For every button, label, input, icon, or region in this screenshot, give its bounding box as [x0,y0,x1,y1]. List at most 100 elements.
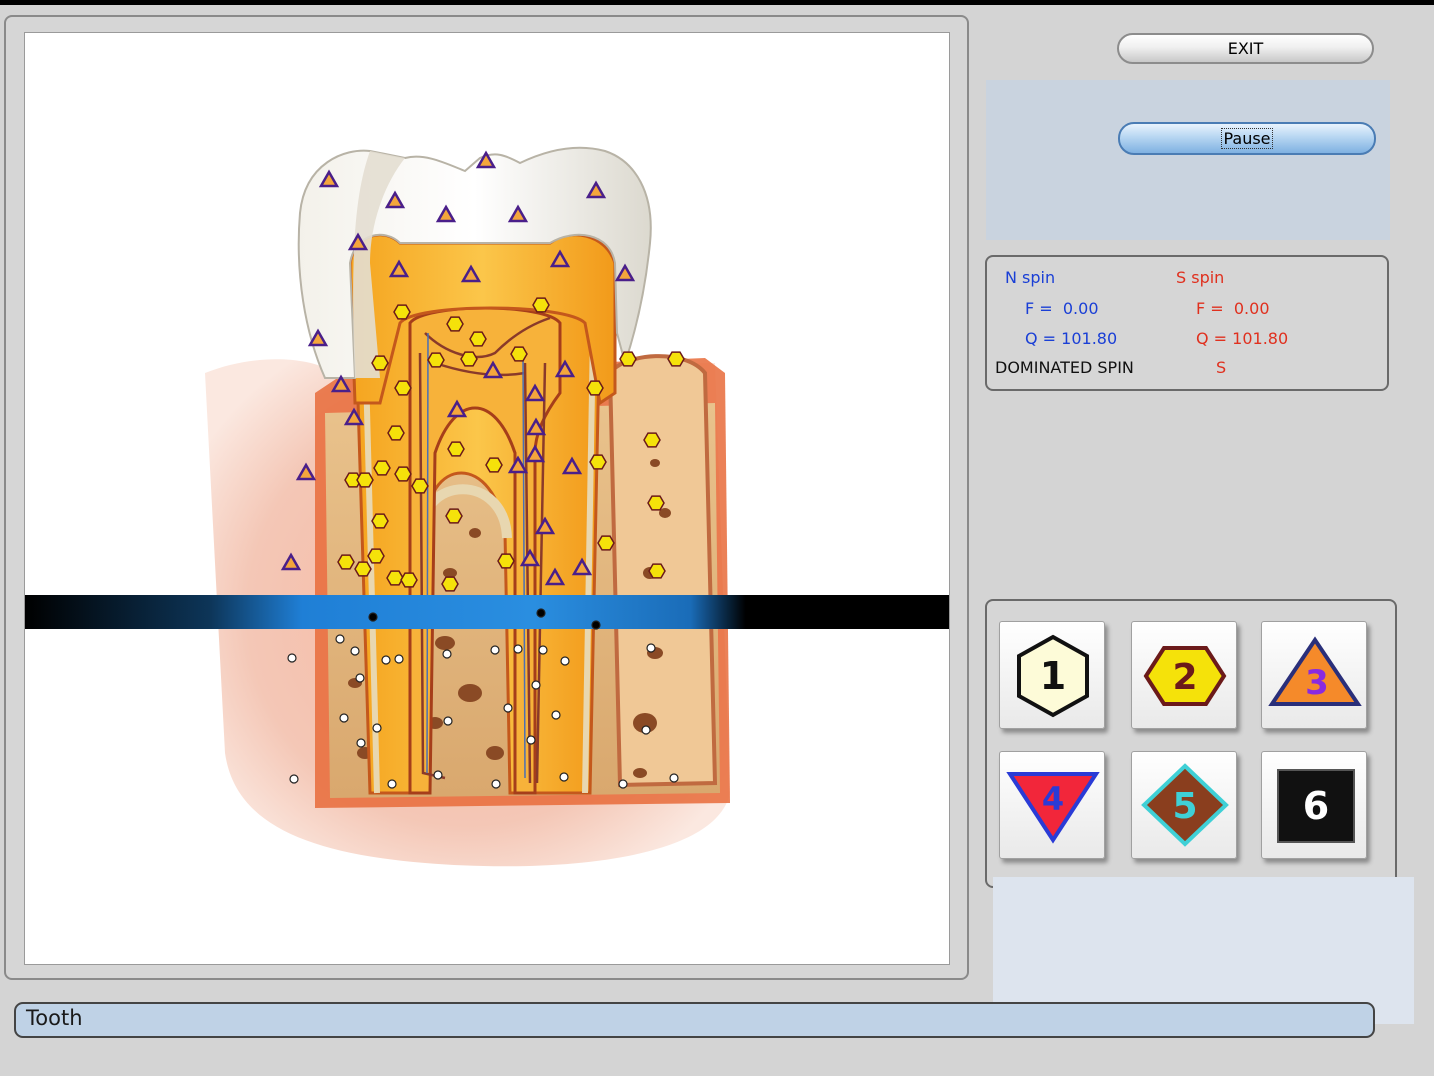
hexagon-marker [394,466,412,482]
dot-marker [381,655,391,665]
inverted-triangle-icon: 4 [1006,772,1100,844]
dot-marker [526,735,536,745]
hexagon-marker [371,513,389,529]
hexagon-marker [447,441,465,457]
hexagon-marker [510,346,528,362]
dot-marker [289,774,299,784]
hexagon-icon: 1 [1017,634,1089,718]
shape-5-label: 5 [1172,786,1197,827]
shape-button-6[interactable]: 6 [1261,751,1367,859]
hexagon-marker [386,570,404,586]
hexagon-marker [387,425,405,441]
shape-3-label: 3 [1305,663,1329,703]
shape-button-1[interactable]: 1 [999,621,1105,729]
s-spin-f: F = 0.00 [1196,299,1270,318]
hexagon-marker [356,472,374,488]
hexagon-marker [354,561,372,577]
dot-marker [669,773,679,783]
hexagon-marker [586,380,604,396]
dot-marker [287,653,297,663]
hexagon-marker [597,535,615,551]
status-bar: Tooth [14,1002,1375,1038]
hexagon-marker [373,460,391,476]
square-icon: 6 [1277,769,1355,843]
n-spin-title: N spin [1005,268,1056,287]
dominated-spin-label: DOMINATED SPIN [995,358,1134,377]
hexagon-marker [371,355,389,371]
dot-marker [641,725,651,735]
hexagon-marker [589,454,607,470]
scan-band [25,595,949,629]
hexagon-marker [411,478,429,494]
hexagon-marker [619,351,637,367]
dot-marker [591,620,601,630]
exit-button[interactable]: EXIT [1117,33,1374,64]
n-spin-q: Q = 101.80 [1025,329,1118,348]
pause-button[interactable]: Pause [1118,122,1376,155]
hexagon-marker [497,553,515,569]
dot-marker [339,713,349,723]
pause-button-label: Pause [1221,128,1273,149]
yellow-hexagon-icon: 2 [1143,646,1227,706]
s-spin-title: S spin [1176,268,1225,287]
shape-button-panel: 1 2 3 4 5 6 [985,599,1397,888]
hexagon-marker [648,563,666,579]
s-spin-q: Q = 101.80 [1196,329,1289,348]
pause-area [986,80,1390,240]
dot-marker [368,612,378,622]
dot-marker [350,646,360,656]
hexagon-marker [647,495,665,511]
status-text: Tooth [26,1006,83,1030]
hexagon-marker [445,508,463,524]
dot-marker [335,634,345,644]
shape-button-3[interactable]: 3 [1261,621,1367,729]
hexagon-marker [446,316,464,332]
hexagon-marker [667,351,685,367]
hexagon-marker [532,297,550,313]
dot-marker [491,779,501,789]
dot-marker [618,779,628,789]
hexagon-marker [427,352,445,368]
dot-marker [394,654,404,664]
hexagon-marker [469,331,487,347]
dot-marker [442,649,452,659]
dot-marker [551,710,561,720]
shape-2-label: 2 [1172,657,1197,698]
shape-button-4[interactable]: 4 [999,751,1105,859]
spin-panel: N spin S spin F = 0.00 F = 0.00 Q = 101.… [985,255,1389,391]
hexagon-marker [394,380,412,396]
dominated-spin-value: S [1216,358,1227,377]
hexagon-marker [367,548,385,564]
hexagon-marker [337,554,355,570]
diamond-icon: 5 [1141,763,1229,847]
hexagon-marker [441,576,459,592]
shape-button-2[interactable]: 2 [1131,621,1237,729]
tooth-image-viewer [24,32,950,965]
tooth-illustration [25,146,949,867]
hexagon-marker [643,432,661,448]
shape-4-label: 4 [1042,780,1064,818]
dot-marker [387,779,397,789]
dot-marker [490,645,500,655]
dot-marker [531,680,541,690]
dot-marker [646,643,656,653]
n-spin-f: F = 0.00 [1025,299,1099,318]
hexagon-marker [460,351,478,367]
dot-marker [503,703,513,713]
dot-marker [536,608,546,618]
shape-button-5[interactable]: 5 [1131,751,1237,859]
top-border [0,0,1434,5]
dot-marker [355,673,365,683]
hexagon-marker [485,457,503,473]
dot-marker [433,770,443,780]
hexagon-marker [393,304,411,320]
dot-marker [560,656,570,666]
hexagon-marker [400,572,418,588]
dot-marker [356,738,366,748]
triangle-icon: 3 [1268,636,1362,706]
exit-button-label: EXIT [1227,39,1264,58]
shape-1-label: 1 [1040,654,1066,698]
dot-marker [513,644,523,654]
shape-6-label: 6 [1303,784,1329,828]
dot-marker [559,772,569,782]
